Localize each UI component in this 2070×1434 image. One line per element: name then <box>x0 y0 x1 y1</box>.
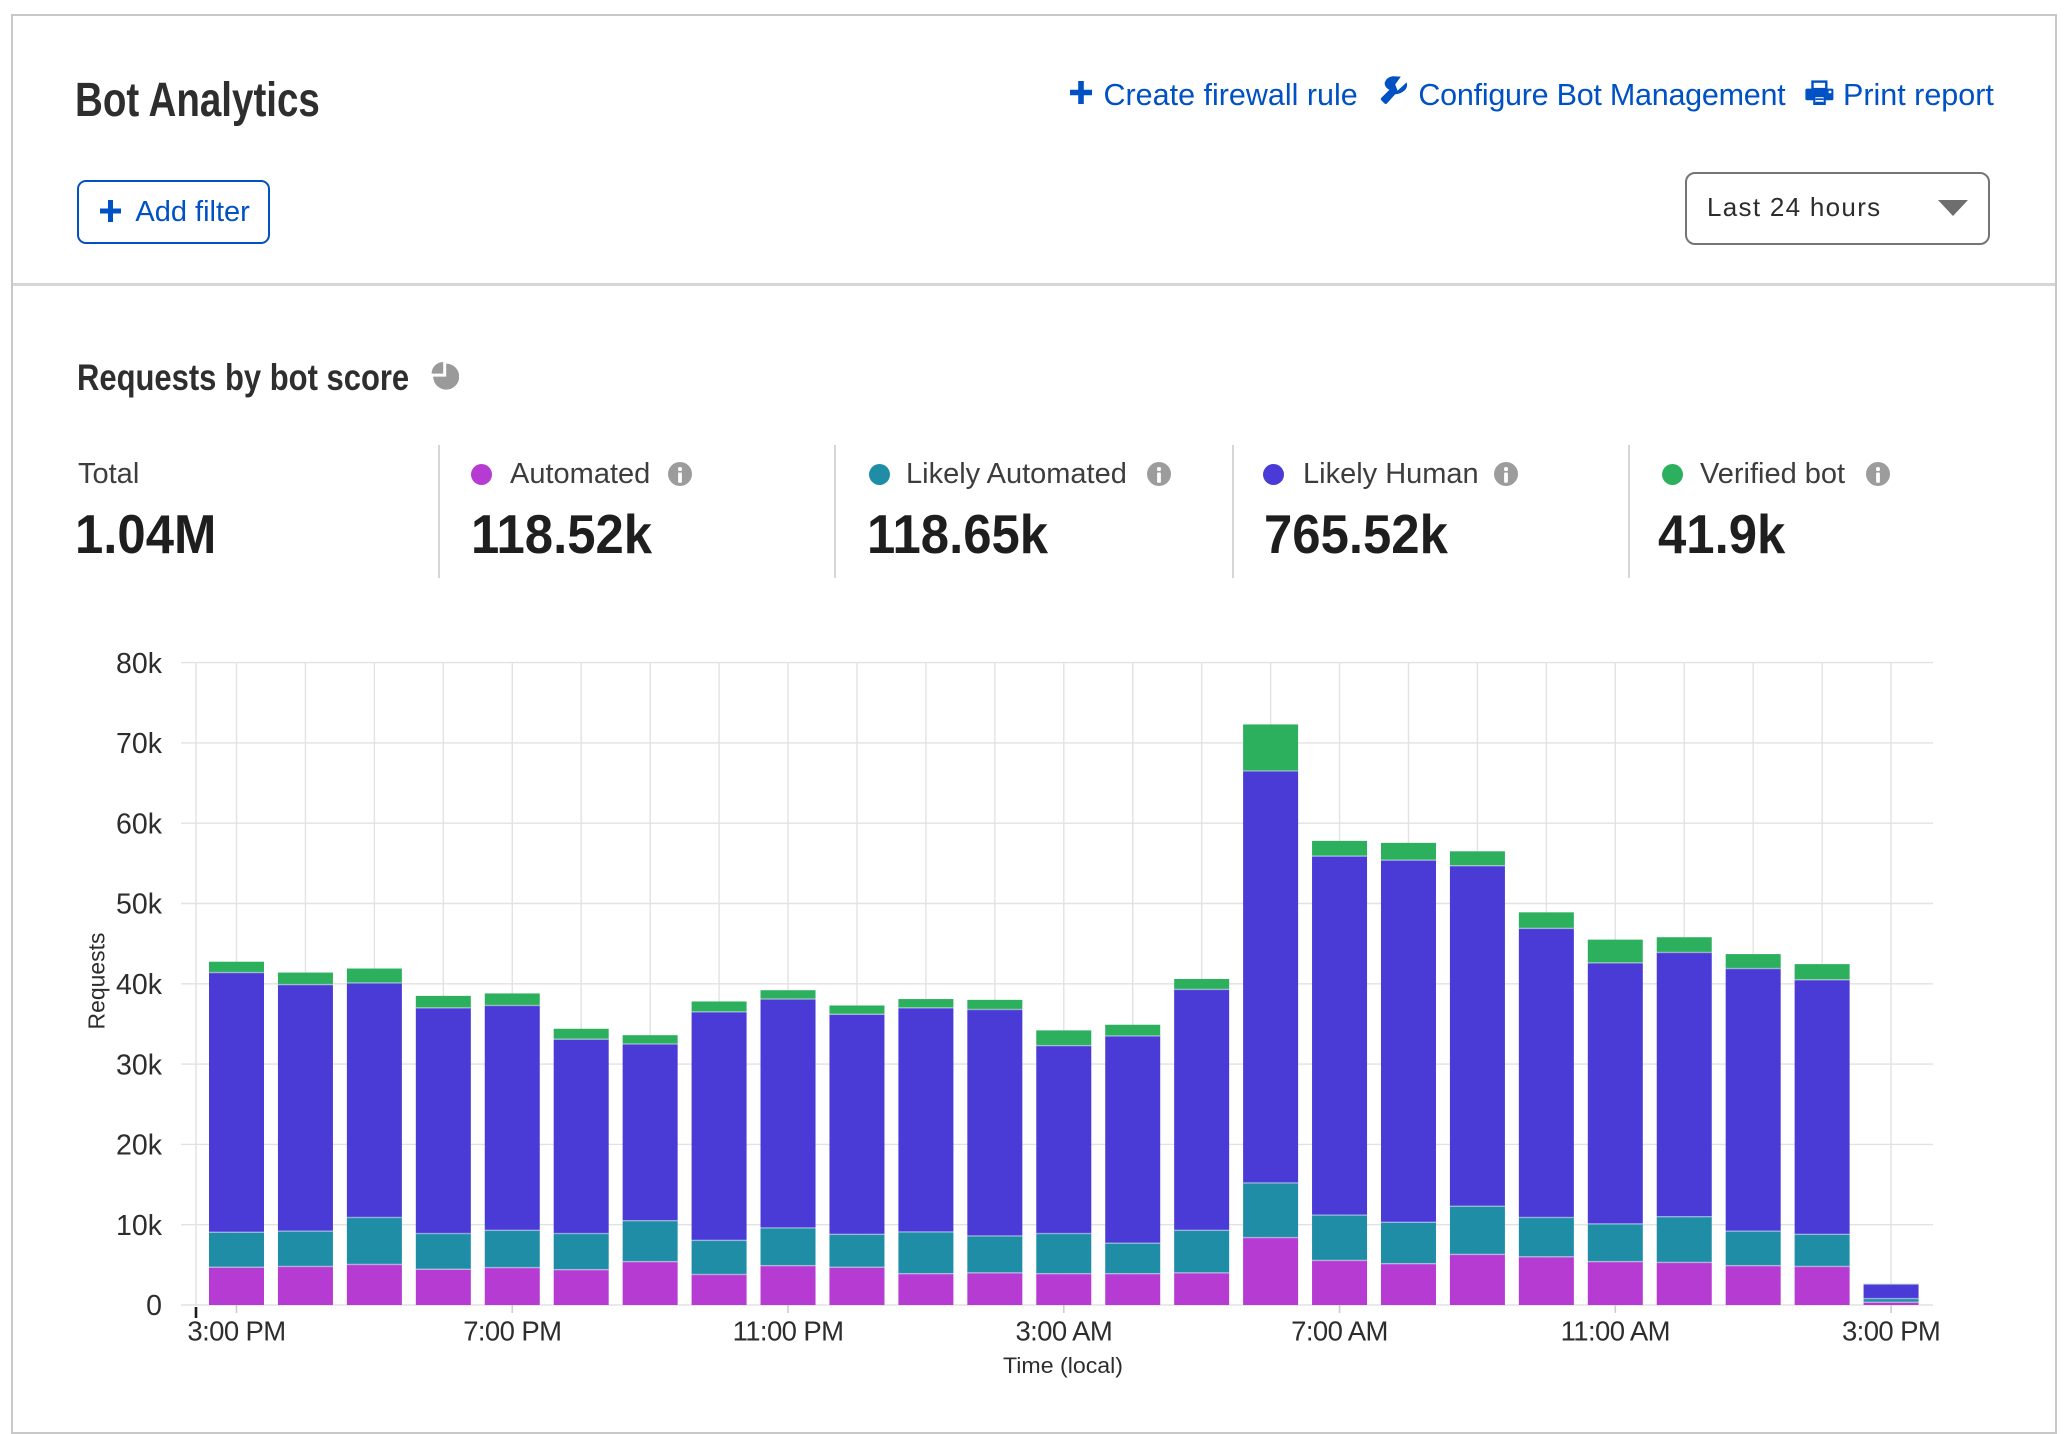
svg-text:11:00 PM: 11:00 PM <box>733 1316 844 1347</box>
svg-text:20k: 20k <box>116 1130 163 1162</box>
svg-text:7:00 PM: 7:00 PM <box>463 1316 561 1347</box>
svg-text:7:00 AM: 7:00 AM <box>1291 1316 1388 1347</box>
svg-text:3:00 AM: 3:00 AM <box>1015 1316 1112 1347</box>
svg-text:Time (local): Time (local) <box>1003 1353 1123 1378</box>
svg-text:80k: 80k <box>116 648 163 680</box>
svg-text:10k: 10k <box>116 1210 163 1242</box>
svg-text:11:00 AM: 11:00 AM <box>1561 1316 1670 1347</box>
svg-text:30k: 30k <box>116 1049 163 1081</box>
svg-text:50k: 50k <box>116 889 163 921</box>
svg-text:0: 0 <box>146 1290 162 1322</box>
svg-text:40k: 40k <box>116 969 163 1001</box>
svg-text:70k: 70k <box>116 728 163 760</box>
svg-text:3:00 PM: 3:00 PM <box>187 1316 285 1347</box>
svg-text:60k: 60k <box>116 808 163 840</box>
svg-text:Requests: Requests <box>84 933 110 1030</box>
svg-text:3:00 PM: 3:00 PM <box>1842 1316 1940 1347</box>
